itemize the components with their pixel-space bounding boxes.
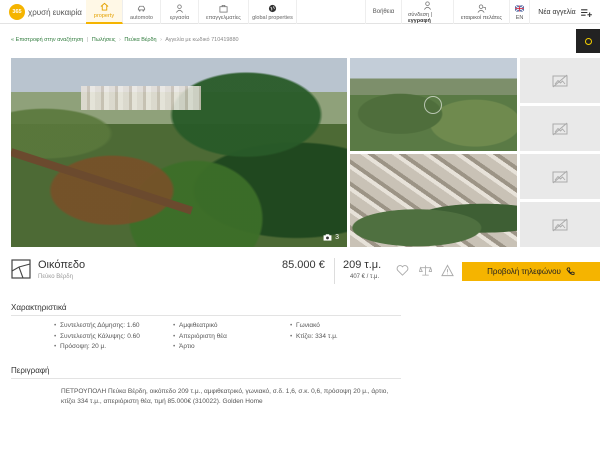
breadcrumb-separator: › bbox=[119, 37, 121, 43]
listing-title: Οικόπεδο bbox=[38, 259, 86, 271]
help-link[interactable]: Βοήθεια bbox=[365, 0, 401, 24]
show-phone-button[interactable]: Προβολή τηλεφώνου bbox=[462, 262, 600, 281]
empty-photo-slot bbox=[520, 202, 600, 247]
section-divider bbox=[11, 378, 401, 379]
compare-scale-icon[interactable] bbox=[419, 264, 432, 277]
language-switch[interactable]: EN bbox=[509, 0, 529, 24]
nav-property[interactable]: property bbox=[86, 0, 123, 24]
feature-item: Αμφιθεατρικό bbox=[173, 321, 227, 332]
empty-photo-slot bbox=[520, 58, 600, 103]
feature-item: Άρτιο bbox=[173, 342, 227, 353]
logo-text: χρυσή ευκαιρία bbox=[28, 7, 82, 17]
breadcrumb-separator: › bbox=[160, 37, 162, 43]
feature-item: Γωνιακό bbox=[290, 321, 338, 332]
user-nav: Βοήθεια σύνδεση | εγγραφή εταιρικοί πελά… bbox=[365, 0, 600, 24]
photo-trees bbox=[350, 199, 517, 247]
nav-label: επαγγελματίες bbox=[206, 15, 241, 21]
nav-label: automoto bbox=[130, 15, 153, 21]
agency-logo[interactable] bbox=[576, 29, 600, 53]
breadcrumb-current: Αγγελία με κωδικό 710419880 bbox=[165, 37, 239, 43]
car-icon bbox=[137, 5, 146, 12]
site-logo[interactable]: 365 χρυσή ευκαιρία bbox=[9, 4, 82, 20]
features-column-2: Αμφιθεατρικό Απεριόριστη θέα Άρτιο bbox=[173, 321, 227, 353]
business-user-icon bbox=[477, 3, 486, 13]
new-ad-button[interactable]: Νέα αγγελία bbox=[529, 0, 600, 24]
back-to-search-link[interactable]: Επιστροφή στην αναζήτηση bbox=[16, 37, 84, 43]
no-image-icon bbox=[552, 218, 568, 231]
new-ad-label: Νέα αγγελία bbox=[538, 8, 576, 16]
feature-item: Πρόσοψη: 20 μ. bbox=[54, 342, 140, 353]
top-header: 365 χρυσή ευκαιρία property automoto εργ… bbox=[0, 0, 600, 24]
login-row: σύνδεση | εγγραφή bbox=[408, 11, 433, 24]
feature-item: Απεριόριστη θέα bbox=[173, 332, 227, 343]
photo-gallery: 3 bbox=[11, 58, 600, 247]
nav-ergasia[interactable]: εργασία bbox=[161, 0, 199, 24]
section-divider bbox=[11, 315, 401, 316]
feature-item: Συντελεστής Κάλυψης: 0.60 bbox=[54, 332, 140, 343]
show-phone-label: Προβολή τηλεφώνου bbox=[487, 267, 561, 276]
watermark bbox=[424, 96, 442, 114]
no-image-icon bbox=[552, 122, 568, 135]
person-icon bbox=[176, 4, 183, 13]
report-warning-icon[interactable] bbox=[441, 264, 454, 277]
feature-item: Κτίζει: 334 τ.μ. bbox=[290, 332, 338, 343]
breadcrumb: « Επιστροφή στην αναζήτηση | Πωλήσεις › … bbox=[11, 37, 239, 43]
divider bbox=[334, 258, 335, 284]
price-per-m2: 407 € / τ.μ. bbox=[350, 274, 380, 280]
breadcrumb-separator: | bbox=[86, 37, 89, 43]
heart-icon[interactable] bbox=[396, 264, 409, 277]
breadcrumb-sales[interactable]: Πωλήσεις bbox=[92, 37, 116, 43]
listing-price: 85.000 € bbox=[282, 259, 325, 271]
photo-count-badge: 3 bbox=[323, 234, 339, 241]
add-list-icon bbox=[580, 8, 592, 17]
no-image-icon bbox=[552, 170, 568, 183]
thumbnail-photo[interactable] bbox=[350, 154, 517, 247]
main-photo[interactable]: 3 bbox=[11, 58, 347, 247]
camera-icon bbox=[323, 234, 332, 241]
photo-city-view bbox=[81, 86, 201, 110]
nav-label: global properties bbox=[252, 15, 293, 21]
business-clients-link[interactable]: εταιρικοί πελάτες bbox=[453, 0, 509, 24]
business-label: εταιρικοί πελάτες bbox=[460, 14, 503, 21]
nav-professionals[interactable]: επαγγελματίες bbox=[199, 0, 249, 24]
features-column-3: Γωνιακό Κτίζει: 334 τ.μ. bbox=[290, 321, 338, 342]
register-link[interactable]: εγγραφή bbox=[408, 18, 431, 24]
features-title: Χαρακτηριστικά bbox=[11, 303, 67, 312]
nav-global-properties[interactable]: global properties bbox=[249, 0, 297, 24]
land-plot-icon bbox=[11, 259, 31, 279]
home-icon bbox=[100, 2, 108, 11]
logo-badge: 365 bbox=[9, 4, 25, 20]
user-icon bbox=[424, 0, 431, 10]
login-register[interactable]: σύνδεση | εγγραφή bbox=[401, 0, 453, 24]
features-column-1: Συντελεστής Δόμησης: 1.60 Συντελεστής Κά… bbox=[54, 321, 140, 353]
nav-label: property bbox=[93, 13, 115, 19]
language-label: EN bbox=[515, 14, 524, 21]
nav-label: εργασία bbox=[169, 15, 190, 21]
listing-summary: Οικόπεδο Πεύκο Βέρδη 85.000 € 209 τ.μ. 4… bbox=[0, 253, 600, 289]
empty-photo-slot bbox=[520, 154, 600, 199]
listing-area: 209 τ.μ. bbox=[343, 259, 382, 271]
description-text: ΠΕΤΡΟΥΠΟΛΗ Πεύκα Βέρδη, οικόπεδο 209 τ.μ… bbox=[61, 388, 389, 405]
photo-count: 3 bbox=[335, 234, 339, 241]
listing-location: Πεύκο Βέρδη bbox=[38, 274, 73, 280]
description-title: Περιγραφή bbox=[11, 366, 50, 375]
breadcrumb-area[interactable]: Πεύκα Βέρδη bbox=[124, 37, 156, 43]
nav-automoto[interactable]: automoto bbox=[123, 0, 161, 24]
uk-flag-icon bbox=[515, 4, 524, 12]
feature-item: Συντελεστής Δόμησης: 1.60 bbox=[54, 321, 140, 332]
briefcase-icon bbox=[219, 4, 228, 13]
main-nav: property automoto εργασία επαγγελματίες … bbox=[86, 0, 297, 24]
empty-photo-slot bbox=[520, 106, 600, 151]
photo-branch bbox=[11, 148, 193, 215]
phone-icon bbox=[566, 267, 575, 275]
globe-icon bbox=[268, 4, 277, 13]
back-arrows-icon: « bbox=[11, 37, 15, 43]
thumbnail-photo[interactable] bbox=[350, 58, 517, 151]
agency-logo-mark bbox=[584, 37, 592, 45]
no-image-icon bbox=[552, 74, 568, 87]
